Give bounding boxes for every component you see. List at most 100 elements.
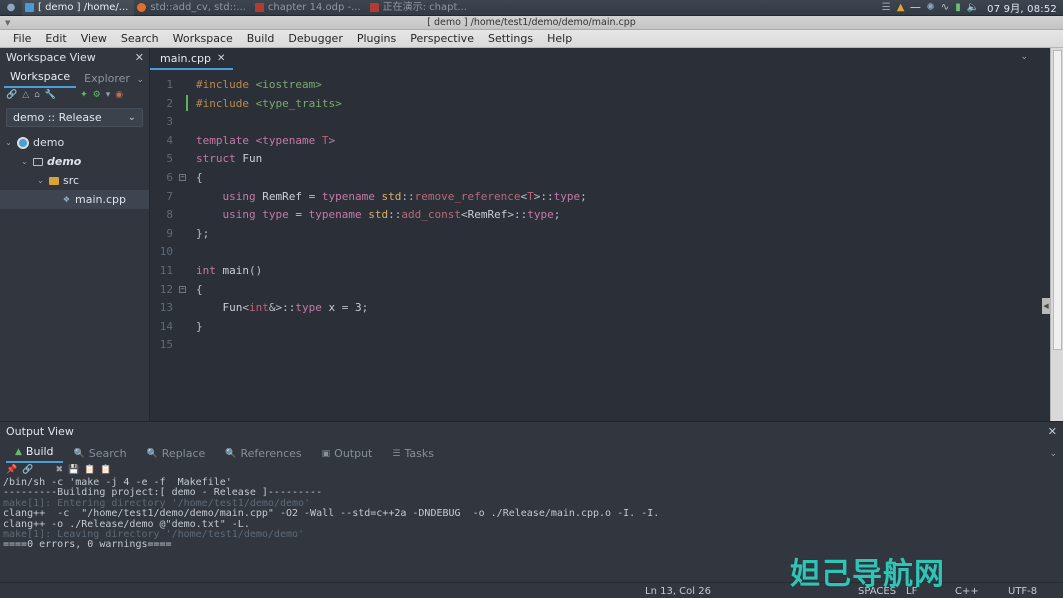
tab-references[interactable]: 🔍 References — [216, 446, 310, 463]
volume-icon[interactable]: 🔈 — [967, 2, 979, 13]
line-number: 6 — [166, 170, 173, 184]
run-icon[interactable]: ✦ — [80, 90, 88, 100]
tab-search[interactable]: 🔍 Search — [65, 446, 136, 463]
link-icon[interactable]: 🔗 — [22, 465, 33, 475]
code-line[interactable]: struct Fun — [196, 150, 1050, 169]
close-icon[interactable]: ✕ — [217, 53, 225, 64]
taskbar-item-0[interactable]: [ demo ] /home/... — [22, 0, 135, 16]
tab-output[interactable]: ▣ Output — [313, 446, 382, 463]
editor-tab-main-cpp[interactable]: main.cpp ✕ — [150, 50, 234, 70]
wifi-icon[interactable]: ∿ — [941, 2, 949, 13]
menu-file[interactable]: File — [6, 30, 38, 47]
menu-edit[interactable]: Edit — [38, 30, 73, 47]
line-number: 1 — [166, 78, 173, 91]
close-icon[interactable]: ✕ — [135, 51, 144, 64]
twisty-icon[interactable]: ⌄ — [36, 176, 45, 185]
keyboard-icon[interactable]: ⎯⎯ — [910, 2, 920, 13]
fold-toggle-icon[interactable]: − — [179, 285, 186, 293]
taskbar-item-1[interactable]: std::add_cv, std::... — [134, 0, 252, 16]
code-token: <type_traits> — [255, 96, 342, 110]
code-line[interactable]: { — [196, 169, 1050, 188]
twisty-icon[interactable]: ⌄ — [20, 157, 29, 166]
tab-workspace[interactable]: Workspace — [4, 69, 77, 88]
clock[interactable]: 07 9月, 08:52 — [985, 0, 1057, 15]
system-taskbar: ● [ demo ] /home/... std::add_cv, std::.… — [0, 0, 1063, 16]
menu-search[interactable]: Search — [114, 30, 166, 47]
twisty-icon[interactable]: ⌄ — [4, 138, 13, 147]
chevron-down-icon[interactable]: ⌄ — [1049, 449, 1057, 459]
editor-vertical-scrollbar[interactable] — [1050, 48, 1063, 421]
tab-replace[interactable]: 🔍 Replace — [138, 446, 215, 463]
tree-node-project[interactable]: ⌄ demo — [0, 133, 149, 152]
tab-label: Tasks — [404, 447, 434, 460]
menu-plugins[interactable]: Plugins — [350, 30, 403, 47]
tab-tasks[interactable]: ☰ Tasks — [383, 446, 443, 463]
window-menu-icon[interactable]: ▼ — [5, 20, 10, 27]
language-mode[interactable]: C++ — [955, 586, 979, 597]
panel-collapse-arrow-icon[interactable]: ◀ — [1042, 298, 1050, 314]
menu-debugger[interactable]: Debugger — [281, 30, 349, 47]
link-icon[interactable]: 🔗 — [6, 90, 17, 100]
code-line[interactable]: #include <type_traits> — [196, 95, 1050, 114]
indent-mode[interactable]: SPACES — [858, 586, 896, 597]
menu-settings[interactable]: Settings — [481, 30, 540, 47]
close-icon[interactable]: ✕ — [1048, 425, 1057, 438]
tree-node-folder-demo[interactable]: ⌄ demo — [0, 152, 149, 171]
terminal-icon — [25, 3, 34, 12]
code-text[interactable]: #include <iostream> #include <type_traits… — [188, 70, 1050, 421]
tree-node-file-main-cpp[interactable]: ❖ main.cpp — [0, 190, 149, 209]
network-icon[interactable]: ☰ — [882, 2, 891, 13]
taskbar-item-2[interactable]: chapter 14.odp -... — [252, 0, 367, 16]
tree-node-folder-src[interactable]: ⌄ src — [0, 171, 149, 190]
code-line[interactable]: using RemRef = typename std::remove_refe… — [196, 188, 1050, 207]
output-view-tabs: ▲ Build 🔍 Search 🔍 Replace 🔍 References … — [0, 441, 1063, 463]
copy-icon[interactable]: 📋 — [84, 465, 95, 475]
send-icon[interactable]: △ — [22, 90, 29, 100]
build-target-select[interactable]: demo :: Release ⌄ — [6, 108, 143, 127]
eol-mode[interactable]: LF — [906, 586, 917, 597]
build-icon[interactable]: ⚙ — [93, 90, 101, 100]
code-line[interactable] — [196, 113, 1050, 132]
tab-build[interactable]: ▲ Build — [6, 444, 63, 463]
folder-icon — [33, 157, 43, 166]
main-area: Workspace View ✕ Workspace Explorer ⌄ 🔗 … — [0, 48, 1063, 421]
stop-icon[interactable]: ◉ — [115, 90, 123, 100]
code-line[interactable]: } — [196, 318, 1050, 337]
copy-all-icon[interactable]: 📋 — [100, 465, 111, 475]
save-icon[interactable]: 💾 — [68, 465, 79, 475]
bluetooth-icon[interactable]: ✺ — [926, 2, 934, 13]
code-line[interactable]: int main() — [196, 262, 1050, 281]
code-line[interactable]: template <typename T> — [196, 132, 1050, 151]
taskbar-item-3[interactable]: 正在演示: chapt... — [367, 0, 473, 16]
chevron-down-icon[interactable]: ⌄ — [1020, 52, 1028, 62]
menu-perspective[interactable]: Perspective — [403, 30, 481, 47]
chevron-down-icon[interactable]: ▾ — [106, 90, 111, 100]
start-menu-icon[interactable]: ● — [0, 2, 22, 13]
encoding-mode[interactable]: UTF-8 — [1008, 586, 1037, 597]
wrench-icon[interactable]: 🔧 — [45, 90, 56, 100]
code-line[interactable]: Fun<int&>::type x = 3; — [196, 299, 1050, 318]
menu-workspace[interactable]: Workspace — [166, 30, 240, 47]
code-line[interactable]: #include <iostream> — [196, 76, 1050, 95]
chevron-down-icon[interactable]: ⌄ — [136, 75, 144, 85]
home-icon[interactable]: ⌂ — [34, 90, 40, 100]
code-line[interactable]: using type = typename std::add_const<Rem… — [196, 206, 1050, 225]
build-log[interactable]: /bin/sh -c 'make -j 4 -e -f Makefile' ---… — [0, 477, 1063, 577]
scrollbar-thumb[interactable] — [1053, 50, 1062, 350]
clear-icon[interactable]: ✖ — [55, 465, 63, 475]
warning-icon[interactable]: ▲ — [897, 2, 905, 13]
menu-help[interactable]: Help — [540, 30, 579, 47]
code-token: = — [341, 301, 355, 315]
code-line[interactable]: { — [196, 281, 1050, 300]
code-folding-bar[interactable]: − − — [178, 70, 188, 421]
code-line[interactable] — [196, 243, 1050, 262]
code-line[interactable] — [196, 336, 1050, 355]
tab-explorer[interactable]: Explorer — [78, 71, 136, 88]
menu-build[interactable]: Build — [240, 30, 282, 47]
code-line[interactable]: }; — [196, 225, 1050, 244]
editor-body[interactable]: 1 2 3 4 5 6 7 8 9 10 11 12 13 14 15 − − #include <iostr… — [150, 70, 1050, 421]
fold-toggle-icon[interactable]: − — [179, 174, 186, 181]
battery-icon[interactable]: ▮ — [955, 2, 961, 13]
menu-view[interactable]: View — [74, 30, 114, 47]
pin-icon[interactable]: 📌 — [6, 465, 17, 475]
